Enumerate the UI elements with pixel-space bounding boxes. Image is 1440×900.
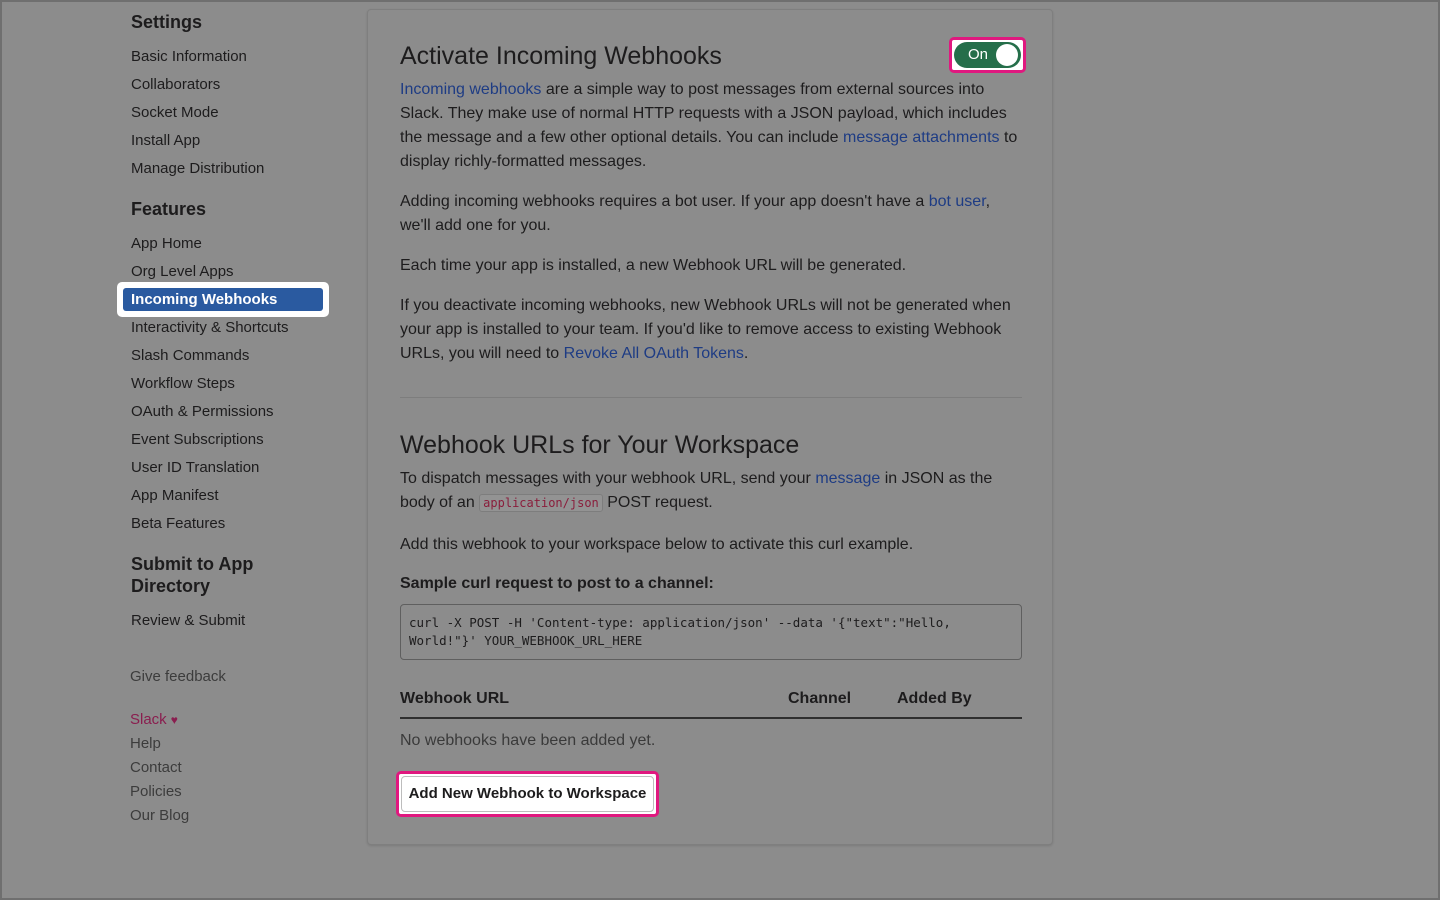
message-attachments-link[interactable]: message attachments bbox=[843, 129, 1000, 146]
slack-link[interactable]: Slack ♥ bbox=[130, 710, 178, 730]
our-blog-link[interactable]: Our Blog bbox=[130, 806, 189, 826]
deactivate-paragraph: If you deactivate incoming webhooks, new… bbox=[400, 294, 1025, 366]
sidebar-item-review-submit[interactable]: Review & Submit bbox=[131, 611, 245, 631]
sidebar-item-user-id-translation[interactable]: User ID Translation bbox=[131, 458, 259, 478]
sidebar-item-org-level-apps[interactable]: Org Level Apps bbox=[131, 262, 234, 282]
sample-curl-heading: Sample curl request to post to a channel… bbox=[400, 575, 714, 592]
sidebar-item-interactivity-shortcuts[interactable]: Interactivity & Shortcuts bbox=[131, 318, 289, 338]
bot-user-text-1: Adding incoming webhooks requires a bot … bbox=[400, 193, 929, 210]
empty-webhooks-message: No webhooks have been added yet. bbox=[400, 732, 656, 749]
section-divider bbox=[400, 397, 1022, 398]
sidebar-item-slash-commands[interactable]: Slash Commands bbox=[131, 346, 249, 366]
sidebar-item-install-app[interactable]: Install App bbox=[131, 131, 200, 151]
submit-heading-line1: Submit to App bbox=[131, 554, 254, 574]
toggle-knob bbox=[996, 44, 1018, 66]
sidebar-item-socket-mode[interactable]: Socket Mode bbox=[131, 103, 219, 123]
dispatch-text-1: To dispatch messages with your webhook U… bbox=[400, 470, 816, 487]
policies-link[interactable]: Policies bbox=[130, 782, 182, 802]
contact-link[interactable]: Contact bbox=[130, 758, 182, 778]
dispatch-text-3: POST request. bbox=[602, 494, 713, 511]
revoke-tokens-link[interactable]: Revoke All OAuth Tokens bbox=[564, 345, 744, 362]
add-button-highlight: Add New Webhook to Workspace bbox=[396, 771, 659, 817]
toggle-highlight: On bbox=[949, 37, 1026, 73]
table-header-rule bbox=[400, 717, 1022, 719]
give-feedback-link[interactable]: Give feedback bbox=[130, 667, 226, 687]
webhook-urls-title: Webhook URLs for Your Workspace bbox=[400, 431, 800, 459]
bot-user-link[interactable]: bot user bbox=[929, 193, 986, 210]
curl-line-1: curl -X POST -H 'Content-type: applicati… bbox=[409, 615, 951, 630]
settings-heading: Settings bbox=[131, 12, 203, 32]
sidebar-item-beta-features[interactable]: Beta Features bbox=[131, 514, 225, 534]
active-item-highlight: Incoming Webhooks bbox=[117, 282, 329, 317]
webhook-url-generated-paragraph: Each time your app is installed, a new W… bbox=[400, 257, 907, 274]
message-link[interactable]: message bbox=[815, 470, 880, 487]
sidebar-item-event-subscriptions[interactable]: Event Subscriptions bbox=[131, 430, 264, 450]
activate-webhooks-title: Activate Incoming Webhooks bbox=[400, 42, 722, 70]
app-frame: Settings Basic Information Collaborators… bbox=[0, 0, 1440, 900]
curl-line-2: World!"}' YOUR_WEBHOOK_URL_HERE bbox=[409, 633, 643, 648]
activate-description: Incoming webhooks are a simple way to po… bbox=[400, 78, 1025, 174]
curl-instruction: Add this webhook to your workspace below… bbox=[400, 536, 914, 553]
add-new-webhook-button[interactable]: Add New Webhook to Workspace bbox=[401, 776, 654, 812]
toggle-label: On bbox=[968, 46, 989, 63]
column-webhook-url: Webhook URL bbox=[400, 690, 510, 707]
sidebar-item-manage-distribution[interactable]: Manage Distribution bbox=[131, 159, 264, 179]
sidebar-item-basic-information[interactable]: Basic Information bbox=[131, 47, 247, 67]
main-card: Activate Incoming Webhooks On Incoming w… bbox=[367, 9, 1053, 845]
incoming-webhooks-link[interactable]: Incoming webhooks bbox=[400, 81, 541, 98]
sidebar-item-workflow-steps[interactable]: Workflow Steps bbox=[131, 374, 235, 394]
slack-link-label: Slack bbox=[130, 711, 167, 728]
features-heading: Features bbox=[131, 199, 207, 219]
column-channel: Channel bbox=[788, 690, 852, 707]
sidebar-item-incoming-webhooks[interactable]: Incoming Webhooks bbox=[123, 288, 323, 311]
curl-code-block[interactable]: curl -X POST -H 'Content-type: applicati… bbox=[400, 604, 1022, 660]
heart-icon: ♥ bbox=[170, 713, 178, 727]
sidebar-item-app-home[interactable]: App Home bbox=[131, 234, 202, 254]
sidebar-item-collaborators[interactable]: Collaborators bbox=[131, 75, 220, 95]
content-type-code: application/json bbox=[479, 494, 603, 512]
column-added-by: Added By bbox=[897, 690, 972, 707]
deactivate-text-2: . bbox=[743, 345, 749, 362]
sidebar-item-app-manifest[interactable]: App Manifest bbox=[131, 486, 219, 506]
bot-user-paragraph: Adding incoming webhooks requires a bot … bbox=[400, 190, 1025, 238]
sidebar: Settings Basic Information Collaborators… bbox=[2, 2, 362, 900]
submit-heading-line2: Directory bbox=[131, 576, 211, 596]
dispatch-paragraph: To dispatch messages with your webhook U… bbox=[400, 467, 1025, 515]
activate-webhooks-toggle[interactable]: On bbox=[954, 42, 1021, 68]
help-link[interactable]: Help bbox=[130, 734, 161, 754]
sidebar-item-oauth-permissions[interactable]: OAuth & Permissions bbox=[131, 402, 274, 422]
